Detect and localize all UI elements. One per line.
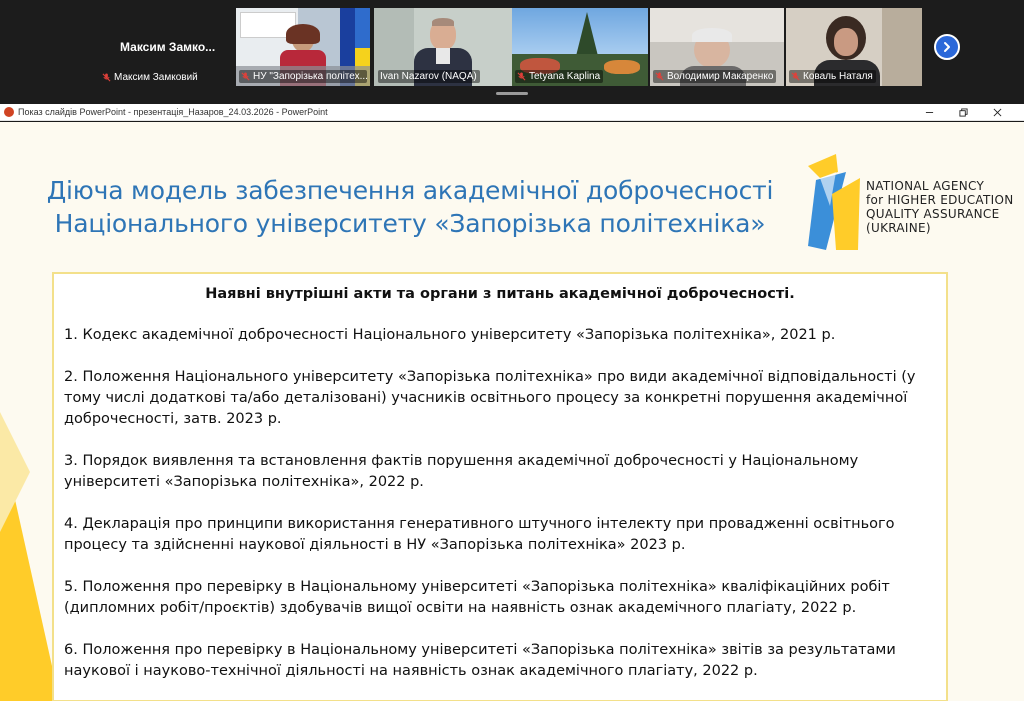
participant-tile-volodymyr-makarenko[interactable]: Володимир Макаренко xyxy=(650,8,784,86)
participant-name: НУ "Запорізька політех... xyxy=(253,71,367,82)
presentation-slide[interactable]: Діюча модель забезпечення академічної до… xyxy=(0,122,1024,701)
mic-muted-icon xyxy=(655,72,664,81)
list-item: 4. Декларація про принципи використання … xyxy=(64,516,895,553)
participant-tile-university[interactable]: НУ "Запорізька політех... xyxy=(236,8,370,86)
naqa-logo: NATIONAL AGENCY for HIGHER EDUCATION QUA… xyxy=(806,154,1016,254)
restore-button[interactable] xyxy=(946,104,980,121)
chevron-right-icon xyxy=(944,42,950,52)
participant-name: Tetyana Kaplina xyxy=(529,71,601,82)
list-item: 1. Кодекс академічної доброчесності Наці… xyxy=(64,327,836,343)
list-item: 5. Положення про перевірку в Національно… xyxy=(64,579,890,616)
participant-tile-koval-natalia[interactable]: Коваль Наталя xyxy=(786,8,922,86)
box-heading: Наявні внутрішні акти та органи з питань… xyxy=(205,286,795,302)
meeting-participants-bar: Максим Замко... Максим Замковий НУ "Запо… xyxy=(0,0,1024,104)
list-item: 6. Положення про перевірку в Національно… xyxy=(64,642,896,679)
close-button[interactable] xyxy=(980,104,1014,121)
self-view-tile[interactable]: Максим Замко... Максим Замковий xyxy=(100,8,234,86)
restore-icon xyxy=(958,108,968,117)
minimize-button[interactable] xyxy=(912,104,946,121)
content-box: Наявні внутрішні акти та органи з питань… xyxy=(52,272,948,701)
close-icon xyxy=(993,108,1001,117)
mic-muted-icon xyxy=(241,72,250,81)
mic-muted-icon xyxy=(517,72,526,81)
participant-name: Володимир Макаренко xyxy=(667,71,774,82)
next-participants-button[interactable] xyxy=(934,34,960,60)
list-item: 3. Порядок виявлення та встановлення фак… xyxy=(64,453,859,490)
window-controls xyxy=(912,104,1014,121)
participant-name: Коваль Наталя xyxy=(803,71,873,82)
participant-tile-ivan-nazarov[interactable]: Ivan Nazarov (NAQA) xyxy=(374,8,512,86)
list-item: 2. Положення Національного університету … xyxy=(64,369,916,427)
mic-muted-icon xyxy=(791,72,800,81)
powerpoint-icon xyxy=(4,107,14,117)
mic-muted-icon xyxy=(102,72,111,82)
minimize-icon xyxy=(925,112,933,113)
participant-name: Ivan Nazarov (NAQA) xyxy=(380,71,477,82)
naqa-logo-mark xyxy=(808,154,860,250)
participant-tile-tetyana-kaplina[interactable]: Tetyana Kaplina xyxy=(512,8,648,86)
self-name-label: Максим Замковий xyxy=(114,71,198,83)
naqa-logo-text: NATIONAL AGENCY for HIGHER EDUCATION QUA… xyxy=(866,179,1014,235)
slide-title: Діюча модель забезпечення академічної до… xyxy=(46,176,774,238)
powerpoint-titlebar: Показ слайдів PowerPoint - презентація_Н… xyxy=(0,104,1024,121)
window-title: Показ слайдів PowerPoint - презентація_Н… xyxy=(18,107,328,117)
decorative-triangle-shape xyxy=(0,412,60,701)
self-display-name: Максим Замко... xyxy=(120,40,216,54)
resize-drag-handle[interactable] xyxy=(496,92,528,95)
